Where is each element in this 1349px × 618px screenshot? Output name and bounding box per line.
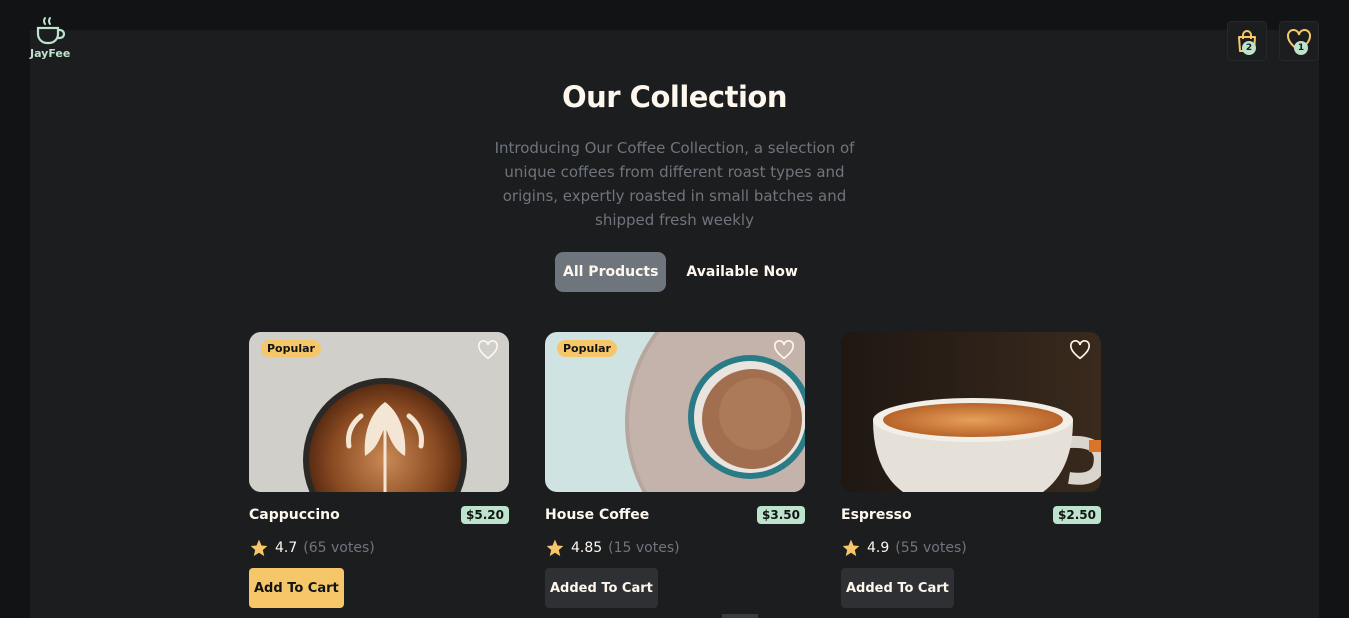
heart-icon[interactable]	[477, 340, 499, 360]
product-rating: 4.9 (55 votes)	[841, 538, 1101, 558]
tab-available-now[interactable]: Available Now	[678, 252, 805, 292]
product-price: $2.50	[1053, 506, 1101, 524]
add-to-cart-button[interactable]: Add To Cart	[249, 568, 344, 608]
rating-votes: (55 votes)	[895, 540, 967, 556]
added-to-cart-button[interactable]: Added To Cart	[545, 568, 658, 608]
added-to-cart-button[interactable]: Added To Cart	[841, 568, 954, 608]
brand-name: JayFee	[30, 47, 71, 60]
product-grid: Popular Cappuccino $5.20 4.7 (65 votes) …	[249, 332, 1101, 608]
product-header: Espresso $2.50	[841, 506, 1101, 524]
favorites-count-badge: 1	[1294, 41, 1308, 55]
product-name: Espresso	[841, 507, 912, 523]
product-name: Cappuccino	[249, 507, 340, 523]
filter-tabs: All Products Available Now	[555, 252, 806, 292]
popular-badge: Popular	[557, 340, 617, 357]
product-card[interactable]: Popular House Coffee $3.50 4.85 (15 vote…	[545, 332, 805, 608]
product-rating: 4.7 (65 votes)	[249, 538, 509, 558]
product-image-house-coffee[interactable]: Popular	[545, 332, 805, 492]
heart-icon[interactable]	[773, 340, 795, 360]
page-title: Our Collection	[561, 80, 788, 114]
favorites-button[interactable]: 1	[1279, 21, 1319, 61]
rating-votes: (65 votes)	[303, 540, 375, 556]
product-card[interactable]: Espresso $2.50 4.9 (55 votes) Added To C…	[841, 332, 1101, 608]
star-icon	[842, 539, 860, 557]
product-image-cappuccino[interactable]: Popular	[249, 332, 509, 492]
product-card[interactable]: Popular Cappuccino $5.20 4.7 (65 votes) …	[249, 332, 509, 608]
product-rating: 4.85 (15 votes)	[545, 538, 805, 558]
rating-votes: (15 votes)	[608, 540, 680, 556]
rating-value: 4.7	[275, 540, 298, 556]
rating-value: 4.85	[571, 540, 603, 556]
product-header: House Coffee $3.50	[545, 506, 805, 524]
brand-logo[interactable]: JayFee	[30, 16, 70, 60]
product-image-espresso[interactable]	[841, 332, 1101, 492]
page-subtitle: Introducing Our Coffee Collection, a sel…	[494, 139, 855, 229]
star-icon	[250, 539, 268, 557]
product-name: House Coffee	[545, 507, 650, 523]
heart-icon[interactable]	[1069, 340, 1091, 360]
product-price: $5.20	[461, 506, 509, 524]
scrollbar-thumb[interactable]	[722, 614, 758, 618]
product-price: $3.50	[757, 506, 805, 524]
rating-value: 4.9	[867, 540, 890, 556]
cart-count-badge: 2	[1242, 41, 1256, 55]
star-icon	[546, 539, 564, 557]
coffee-cup-icon	[36, 17, 66, 45]
cart-button[interactable]: 2	[1227, 21, 1267, 61]
popular-badge: Popular	[261, 340, 321, 357]
product-header: Cappuccino $5.20	[249, 506, 509, 524]
top-bar	[0, 0, 1349, 30]
tab-all-products[interactable]: All Products	[555, 252, 667, 292]
